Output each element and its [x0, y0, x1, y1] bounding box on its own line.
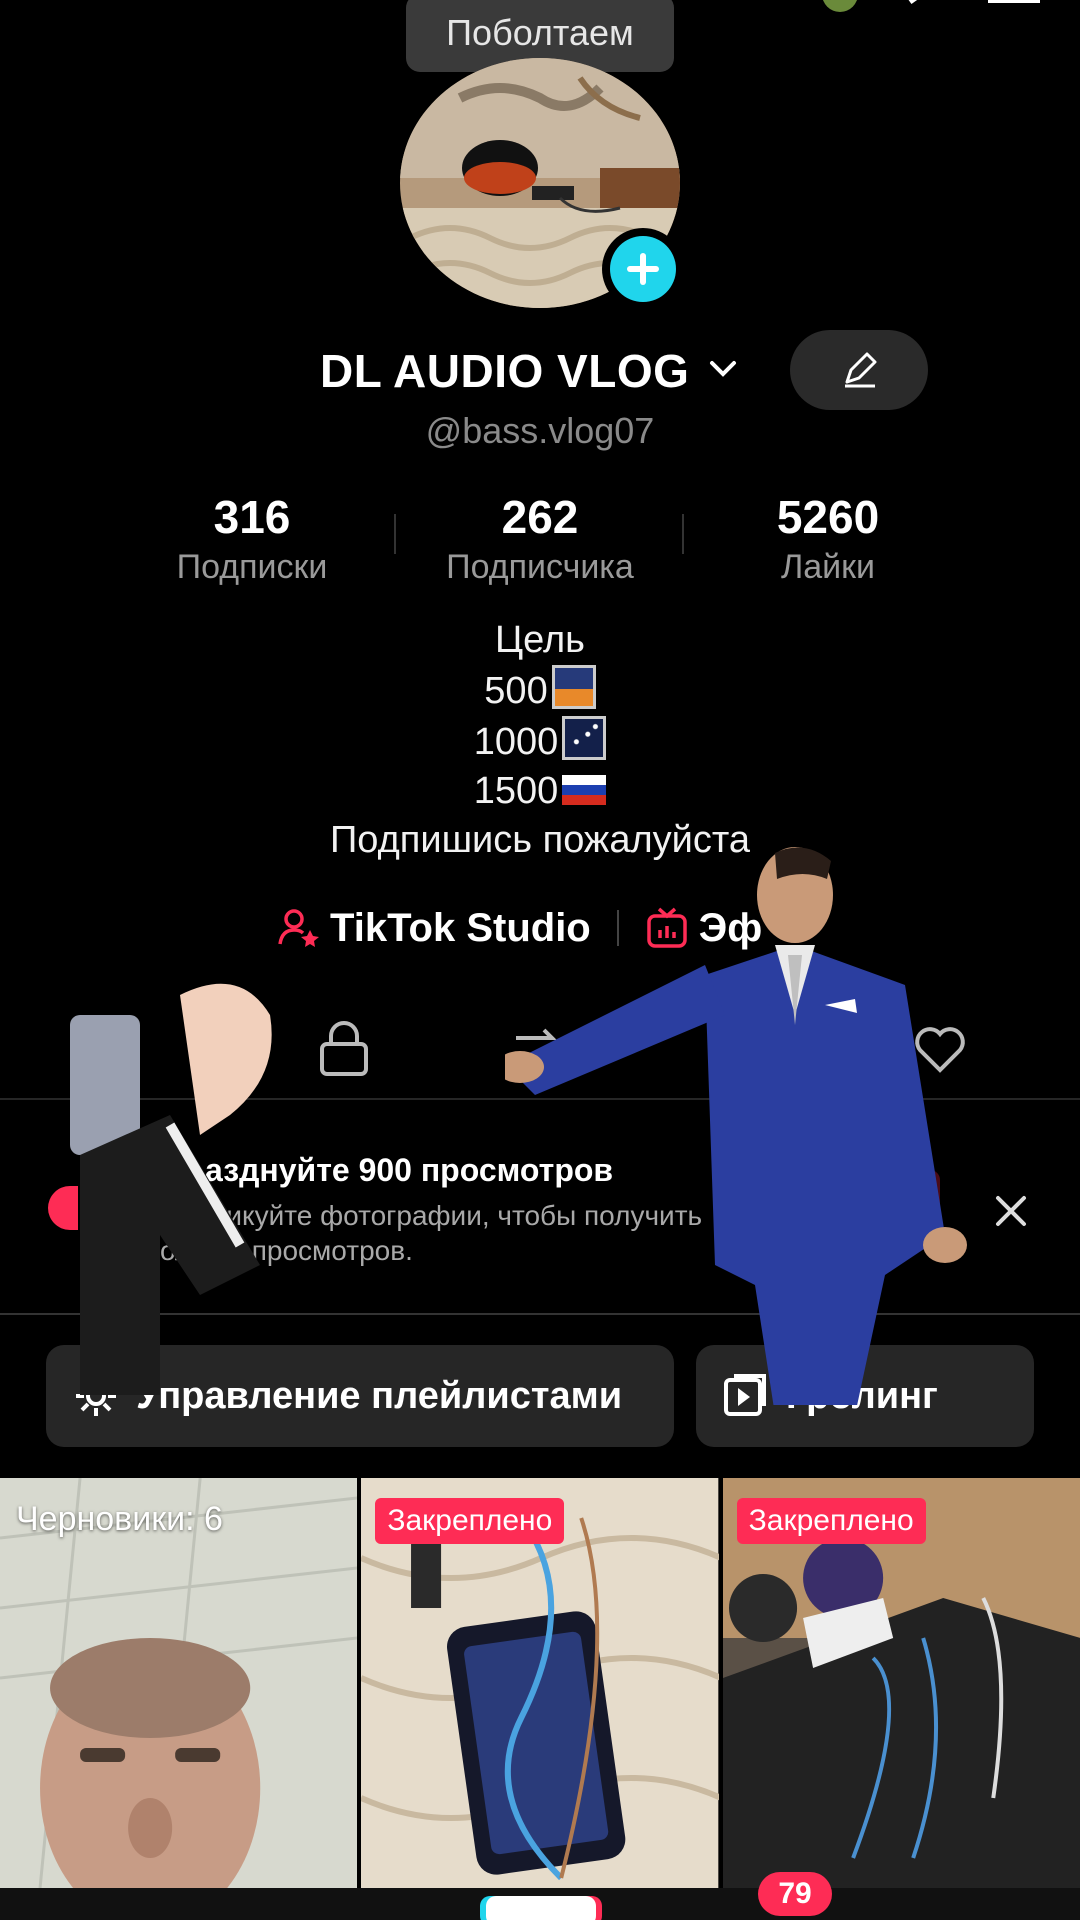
edit-profile-button[interactable]	[790, 330, 928, 410]
playlist-troll-button[interactable]: Гролинг	[696, 1345, 1034, 1447]
stat-label: Подписки	[176, 548, 328, 586]
studio-link[interactable]: TikTok Studio	[330, 906, 591, 951]
content-tabs	[0, 1010, 1080, 1090]
bio-line: Подпишись пожалуйста	[329, 819, 750, 861]
inbox-badge: 79	[758, 1872, 832, 1916]
top-right-actions	[820, 0, 1040, 12]
stat-value: 5260	[776, 491, 880, 543]
russia-flag-icon	[562, 775, 607, 805]
effects-link[interactable]: Эф	[699, 906, 762, 951]
banner-action-button[interactable]: ать	[870, 1170, 940, 1246]
close-icon[interactable]	[992, 1192, 1030, 1230]
bio-goal-value: 1000	[473, 721, 559, 763]
banner-accent	[48, 1186, 78, 1230]
manage-playlists-label: Управление плейлистами	[136, 1374, 623, 1417]
drafts-label: Черновики: 6	[16, 1500, 223, 1538]
stat-label: Подписчика	[446, 548, 634, 586]
playlist-play-icon	[724, 1374, 766, 1416]
manage-playlists-button[interactable]: Управление плейлистами	[46, 1345, 674, 1447]
back-icon[interactable]	[40, 0, 100, 6]
banner-title: азднуйте 900 просмотров	[205, 1152, 614, 1188]
pinned-video-tile[interactable]: Закреплено	[722, 1478, 1080, 1888]
bio-line: 1000	[0, 716, 1080, 767]
pencil-icon	[845, 352, 877, 388]
add-icon	[610, 236, 676, 302]
bridge-emoji-icon	[551, 665, 596, 709]
tooltip-text: Поболтаем	[446, 12, 634, 53]
stat-value: 262	[501, 491, 579, 543]
bottom-nav: 79	[0, 1872, 1080, 1920]
video-grid: Черновики: 6 Закреплено Закреплено	[0, 1478, 1080, 1888]
drafts-tile[interactable]: Черновики: 6	[0, 1478, 358, 1888]
banner-action-label: ать	[870, 1192, 917, 1223]
bio-line: 1500	[0, 767, 1080, 816]
studio-user-icon	[278, 909, 319, 947]
banner-subtitle: Опубликуйте фотографии, чтобы получить б…	[144, 1200, 703, 1266]
divider	[616, 910, 619, 946]
create-button[interactable]	[486, 1896, 596, 1920]
username-handle: @bass.vlog07	[425, 410, 655, 451]
repost-icon[interactable]	[508, 1018, 564, 1078]
playlist-troll-label: Гролинг	[786, 1374, 938, 1417]
pinned-badge: Закреплено	[736, 1498, 926, 1544]
views-banner[interactable]: азднуйте 900 просмотров Опубликуйте фото…	[0, 1100, 1080, 1314]
gear-icon	[76, 1376, 116, 1416]
bio-line: Цель	[495, 619, 585, 661]
divider	[0, 1313, 1080, 1315]
tv-icon	[647, 907, 687, 948]
video-thumbnail	[0, 1478, 358, 1888]
bio-line: 500	[0, 665, 1080, 716]
lock-icon[interactable]	[316, 1018, 372, 1078]
profile-links: TikTok Studio Эф	[276, 900, 762, 956]
menu-icon[interactable]	[988, 0, 1040, 5]
status-icons	[823, 0, 918, 12]
chevron-down-icon[interactable]	[708, 358, 738, 380]
stars-emoji-icon	[562, 716, 607, 760]
bio: Цель 500 1000 1500 Подпишись пожалуйста	[0, 616, 1080, 865]
pinned-video-tile[interactable]: Закреплено	[361, 1478, 719, 1888]
stat-value: 316	[213, 491, 291, 543]
bio-goal-value: 1500	[473, 770, 559, 812]
stat-following[interactable]: 316 Подписки	[108, 490, 396, 590]
profile-stats: 316 Подписки 262 Подписчика 5260 Лайки	[108, 490, 972, 590]
add-photo-button[interactable]	[602, 228, 684, 310]
bio-goal-value: 500	[484, 670, 548, 712]
stat-label: Лайки	[780, 548, 876, 586]
pinned-badge: Закреплено	[375, 1498, 565, 1544]
name-row: DL AUDIO VLOG	[0, 330, 1080, 410]
display-name[interactable]: DL AUDIO VLOG	[320, 344, 689, 398]
heart-icon[interactable]	[912, 1018, 968, 1078]
stat-likes[interactable]: 5260 Лайки	[684, 490, 972, 590]
stat-followers[interactable]: 262 Подписчика	[396, 490, 684, 590]
